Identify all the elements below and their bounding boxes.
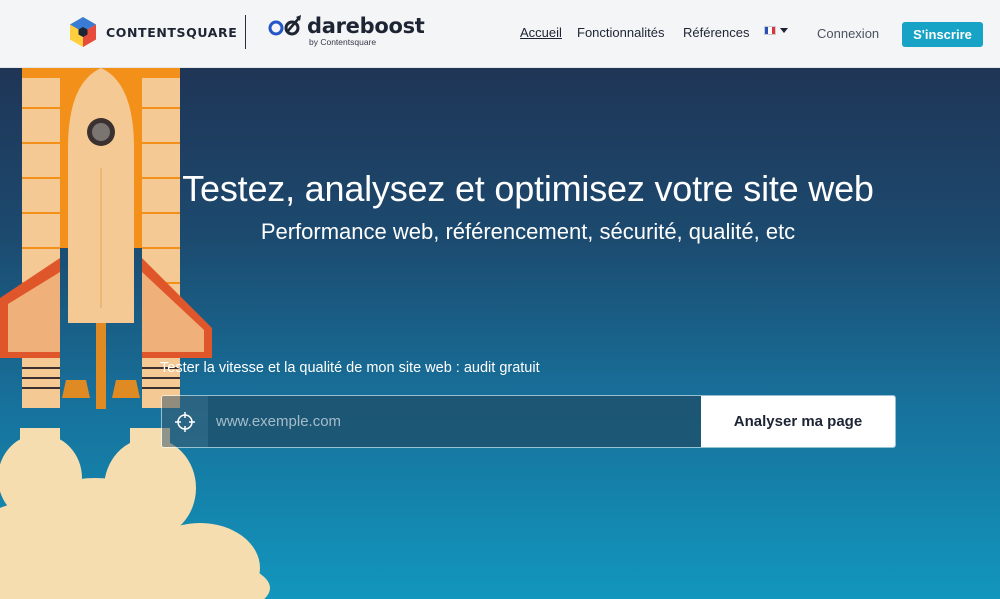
nav-accueil[interactable]: Accueil [520, 25, 562, 40]
language-selector[interactable] [764, 26, 788, 35]
smoke-cloud [0, 428, 270, 599]
analyze-button[interactable]: Analyser ma page [701, 396, 895, 447]
url-form: Analyser ma page [161, 395, 896, 448]
flag-fr-icon [764, 26, 776, 35]
hero-subtitle: Performance web, référencement, sécurité… [260, 219, 796, 244]
contentsquare-wordmark: CONTENTSQUARE [106, 24, 238, 40]
login-link[interactable]: Connexion [817, 26, 879, 41]
dareboost-tagline: by Contentsquare [309, 37, 377, 47]
nav-fonctionnalites[interactable]: Fonctionnalités [577, 25, 664, 40]
signup-button[interactable]: S'inscrire [902, 22, 983, 47]
url-input[interactable] [208, 396, 701, 447]
hero-title: Testez, analysez et optimisez votre site… [182, 168, 874, 209]
hero-section: Testez, analysez et optimisez votre site… [0, 68, 1000, 599]
contentsquare-hexagon-icon [70, 17, 96, 47]
dareboost-wordmark: dareboost [307, 14, 425, 38]
url-form-label: Tester la vitesse et la qualité de mon s… [160, 360, 540, 376]
site-header: CONTENTSQUARE dareboost by Contentsquare… [0, 0, 1000, 68]
dareboost-logo[interactable]: dareboost by Contentsquare [268, 14, 425, 47]
chevron-down-icon [780, 28, 788, 33]
contentsquare-logo[interactable]: CONTENTSQUARE [68, 16, 237, 48]
dareboost-icon [268, 15, 301, 36]
rocket-illustration [0, 68, 270, 599]
nav-references[interactable]: Références [683, 25, 749, 40]
engine-nozzle [96, 323, 106, 409]
crosshair-icon [162, 396, 208, 447]
brand-divider [245, 15, 246, 49]
